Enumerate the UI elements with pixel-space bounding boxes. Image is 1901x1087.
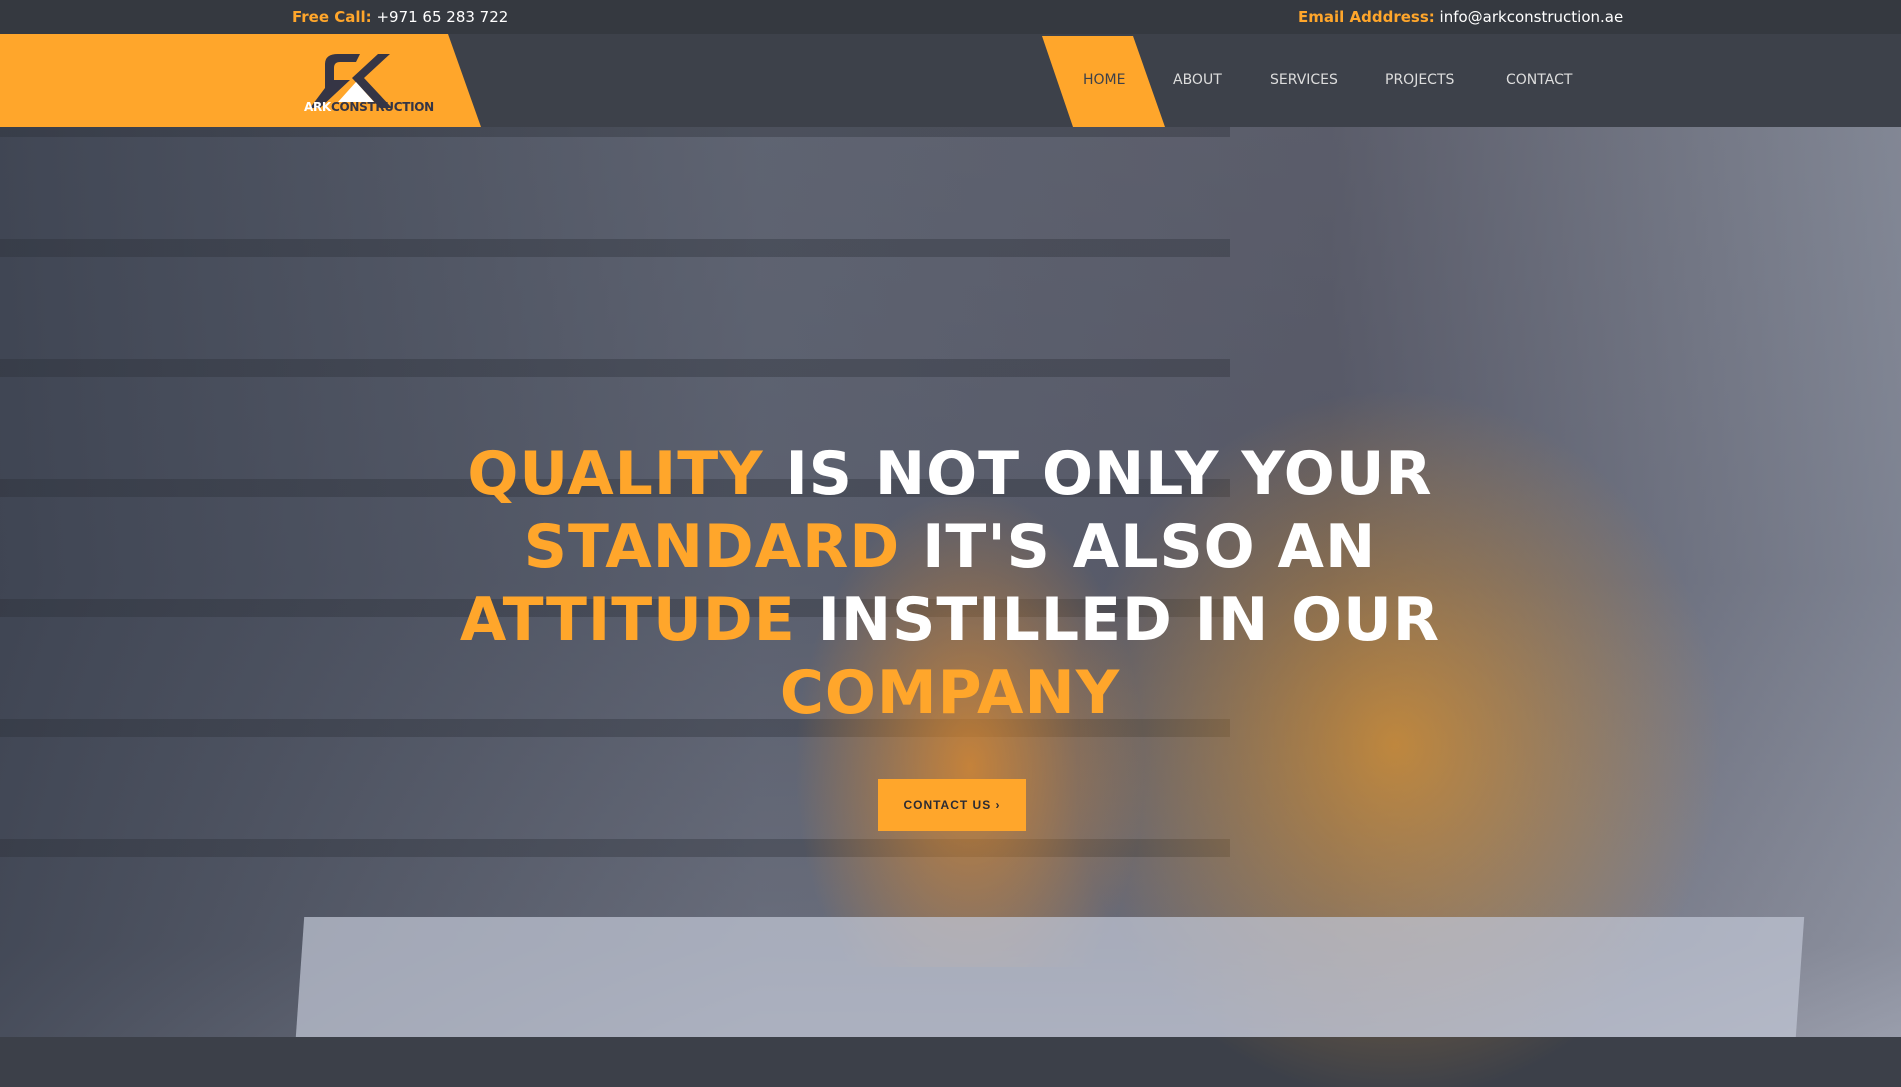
hero-headline: QUALITY IS NOT ONLY YOUR STANDARD IT'S A… (459, 439, 1441, 728)
top-bar: Free Call: +971 65 283 722 Email Adddres… (0, 0, 1901, 34)
nav-home[interactable]: HOME (1083, 72, 1125, 88)
hero-background-blueprint (295, 917, 1805, 1037)
email-address: Email Adddress: info@arkconstruction.ae (1298, 8, 1624, 26)
free-call: Free Call: +971 65 283 722 (292, 8, 509, 26)
logo-text: ARKCONSTRUCTION (304, 100, 434, 114)
phone-number[interactable]: +971 65 283 722 (376, 8, 508, 26)
email-link[interactable]: info@arkconstruction.ae (1440, 8, 1624, 26)
contact-us-button[interactable]: CONTACT US › (878, 779, 1026, 831)
nav-contact[interactable]: CONTACT (1506, 72, 1572, 88)
nav-projects[interactable]: PROJECTS (1385, 72, 1454, 88)
nav-services[interactable]: SERVICES (1270, 72, 1338, 88)
nav-about[interactable]: ABOUT (1173, 72, 1222, 88)
main-nav: ARKCONSTRUCTION HOME ABOUT SERVICES PROJ… (0, 34, 1901, 127)
logo-area[interactable]: ARKCONSTRUCTION (0, 34, 481, 127)
